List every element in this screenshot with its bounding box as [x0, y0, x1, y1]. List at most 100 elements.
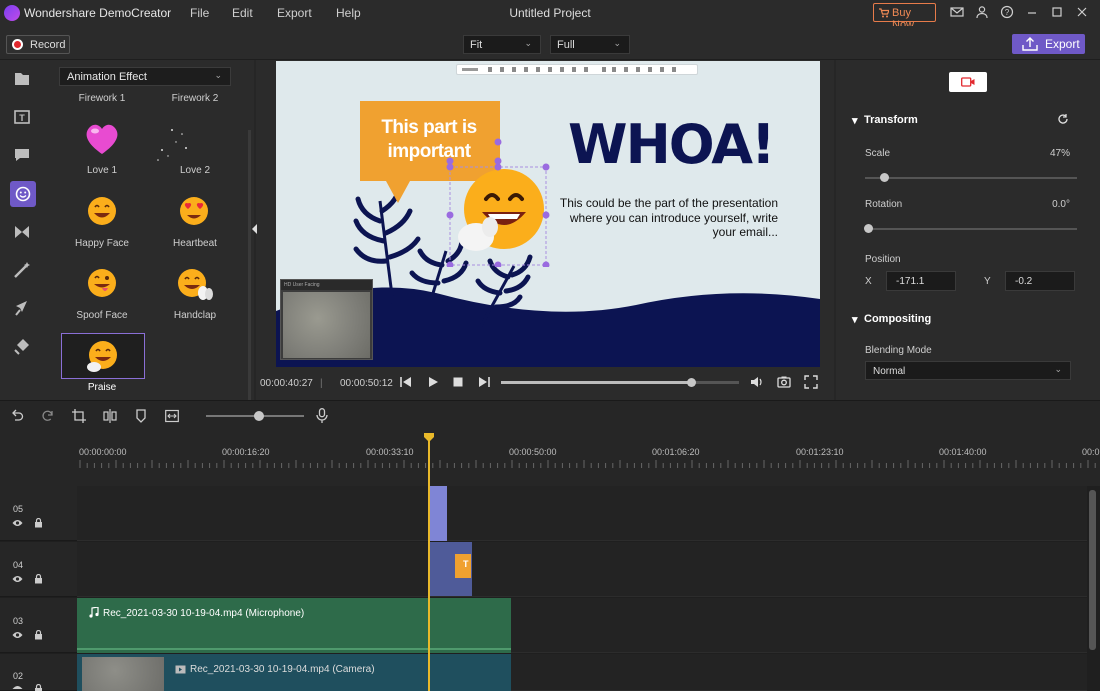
panel-scrollbar[interactable]	[248, 130, 251, 400]
buy-now-button[interactable]: Buy Now	[873, 3, 936, 31]
video-camera-icon	[961, 77, 975, 87]
eye-icon[interactable]	[12, 685, 23, 691]
transform-caret-icon[interactable]: ▾	[852, 114, 858, 127]
play-icon[interactable]	[427, 376, 439, 388]
microphone-icon[interactable]	[316, 408, 328, 423]
effects-icon[interactable]	[11, 259, 33, 281]
category-dropdown[interactable]: Animation Effect ⌄	[59, 67, 231, 86]
camera-clip[interactable]: Rec_2021-03-30 10-19-04.mp4 (Camera)	[77, 654, 511, 691]
scale-slider[interactable]	[865, 177, 1077, 179]
annotation-icon[interactable]	[11, 144, 33, 166]
effect-firework-2-label[interactable]: Firework 2	[150, 93, 240, 104]
eye-icon[interactable]	[12, 631, 23, 639]
help-icon[interactable]: ?	[999, 4, 1015, 20]
preview-canvas[interactable]: This part is important WHOA! This could …	[276, 61, 820, 367]
spoof-face-thumbnail[interactable]	[80, 261, 124, 305]
volume-icon[interactable]	[750, 375, 764, 389]
callout-selection-handles[interactable]	[446, 117, 556, 167]
heartbeat-thumbnail[interactable]	[172, 189, 216, 233]
timeline-scrollbar[interactable]	[1089, 490, 1096, 650]
compositing-caret-icon[interactable]: ▾	[852, 313, 858, 326]
menu-help[interactable]: Help	[336, 6, 361, 20]
playhead-handle[interactable]	[424, 433, 434, 442]
media-icon[interactable]	[11, 68, 33, 90]
mail-icon[interactable]	[949, 4, 965, 20]
undo-icon[interactable]	[10, 409, 24, 423]
effect-love-1-label[interactable]: Love 1	[57, 165, 147, 176]
track-lane-05[interactable]	[77, 486, 1087, 541]
lock-icon[interactable]	[34, 574, 43, 584]
camera-clip-label: Rec_2021-03-30 10-19-04.mp4 (Camera)	[190, 664, 375, 675]
skip-back-icon[interactable]	[400, 376, 412, 388]
zoom-slider-handle[interactable]	[254, 411, 264, 421]
marker-icon[interactable]	[134, 409, 148, 423]
user-icon[interactable]	[974, 4, 990, 20]
effect-clip[interactable]	[429, 486, 447, 541]
love-2-thumbnail[interactable]	[152, 120, 196, 164]
reset-icon[interactable]	[1057, 113, 1069, 125]
text-icon[interactable]: T	[11, 106, 33, 128]
audio-icon[interactable]	[11, 335, 33, 357]
rotation-slider[interactable]	[865, 228, 1077, 230]
menu-file[interactable]: File	[190, 6, 209, 20]
transition-icon[interactable]	[11, 221, 33, 243]
menu-export[interactable]: Export	[277, 6, 312, 20]
love-1-thumbnail[interactable]	[80, 116, 124, 160]
playhead[interactable]	[428, 433, 430, 691]
x-position-input[interactable]: -171.1	[886, 271, 956, 291]
track-header-04	[0, 542, 77, 597]
effect-heartbeat-label[interactable]: Heartbeat	[150, 238, 240, 249]
scale-slider-handle[interactable]	[880, 173, 889, 182]
headline-text: WHOA!	[568, 113, 776, 176]
blending-mode-select[interactable]: Normal ⌄	[865, 361, 1071, 380]
callout-clip[interactable]: T	[429, 542, 472, 596]
skip-forward-icon[interactable]	[478, 376, 490, 388]
quality-select[interactable]: Full ⌄	[550, 35, 630, 54]
lock-icon[interactable]	[34, 684, 43, 691]
redo-icon[interactable]	[41, 409, 55, 423]
fit-timeline-icon[interactable]	[165, 409, 179, 423]
track-lane-04[interactable]	[77, 542, 1087, 597]
effect-love-2-label[interactable]: Love 2	[150, 165, 240, 176]
eye-icon[interactable]	[12, 519, 23, 527]
webcam-overlay[interactable]: HD User Facing	[280, 279, 373, 360]
crop-icon[interactable]	[72, 409, 86, 423]
effect-praise-label[interactable]: Praise	[57, 382, 147, 393]
praise-thumbnail[interactable]	[81, 335, 125, 379]
effect-spoof-face-label[interactable]: Spoof Face	[57, 310, 147, 321]
collapse-left-icon[interactable]	[252, 224, 258, 234]
effect-firework-1-label[interactable]: Firework 1	[57, 93, 147, 104]
cursor-icon[interactable]	[11, 297, 33, 319]
chevron-down-icon: ⌄	[613, 38, 621, 48]
effect-handclap-label[interactable]: Handclap	[150, 310, 240, 321]
stop-icon[interactable]	[452, 376, 464, 388]
rotation-slider-handle[interactable]	[864, 224, 873, 233]
handclap-thumbnail[interactable]	[172, 263, 216, 307]
minimize-icon[interactable]	[1024, 4, 1040, 20]
effect-happy-face-label[interactable]: Happy Face	[57, 238, 147, 249]
microphone-clip[interactable]: Rec_2021-03-30 10-19-04.mp4 (Microphone)	[77, 598, 511, 653]
current-time: 00:00:40:27	[260, 378, 313, 389]
lock-icon[interactable]	[34, 518, 43, 528]
ruler-label: 00:00:33:10	[366, 447, 414, 457]
menu-edit[interactable]: Edit	[232, 6, 253, 20]
lock-icon[interactable]	[34, 630, 43, 640]
app-logo-icon	[4, 5, 20, 21]
split-icon[interactable]	[103, 409, 117, 423]
progress-track[interactable]	[501, 381, 739, 384]
maximize-icon[interactable]	[1049, 4, 1065, 20]
selected-praise-sticker[interactable]	[446, 157, 550, 267]
y-position-input[interactable]: -0.2	[1005, 271, 1075, 291]
sticker-icon[interactable]	[12, 183, 34, 205]
close-icon[interactable]	[1074, 4, 1090, 20]
ruler-label: 00:01:06:20	[652, 447, 700, 457]
webcam-feed	[283, 292, 370, 358]
fit-select[interactable]: Fit ⌄	[463, 35, 541, 54]
track-number: 04	[13, 560, 24, 570]
export-button[interactable]: Export	[1012, 34, 1085, 54]
fullscreen-icon[interactable]	[804, 375, 818, 389]
camera-tab[interactable]	[949, 72, 987, 92]
happy-face-thumbnail[interactable]	[80, 189, 124, 233]
snapshot-icon[interactable]	[777, 375, 791, 389]
eye-icon[interactable]	[12, 575, 23, 583]
